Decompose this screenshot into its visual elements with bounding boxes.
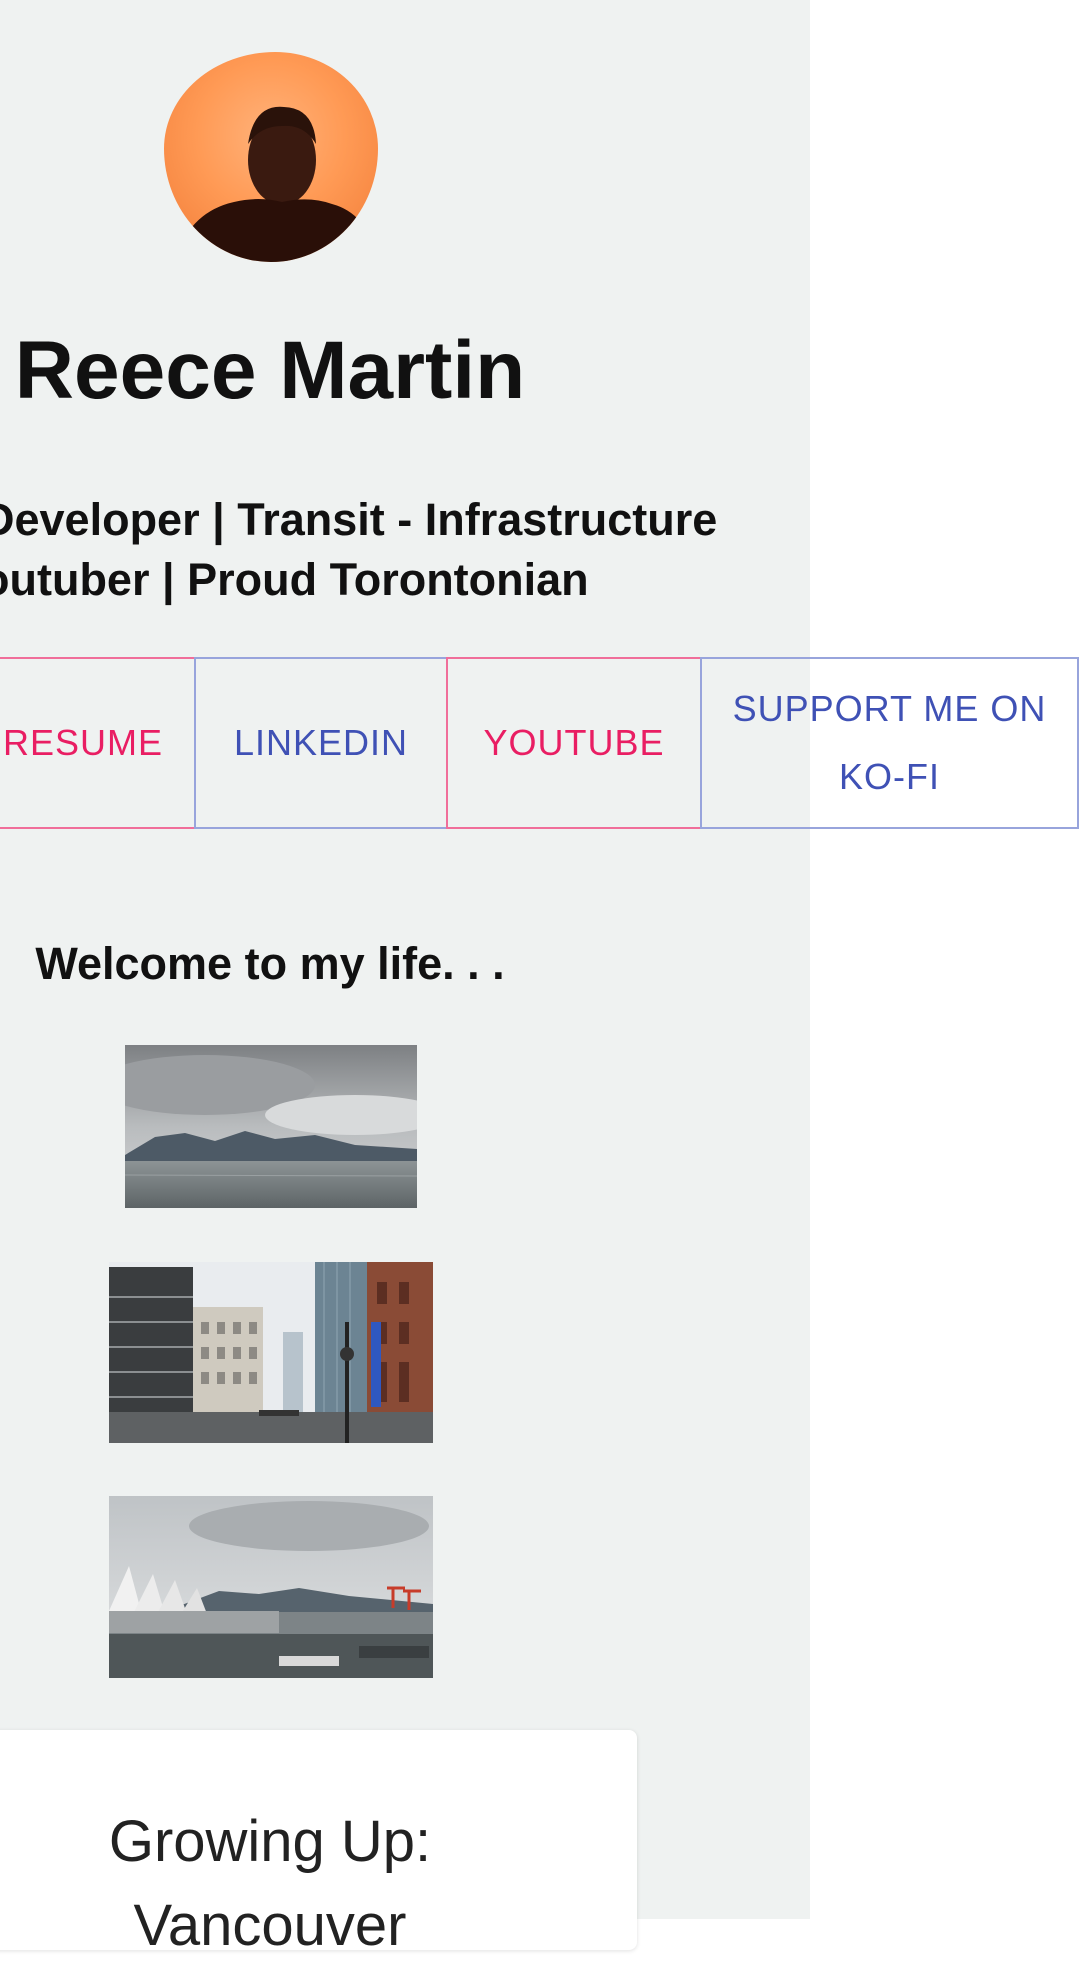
story-card[interactable]: Growing Up: Vancouver <box>0 1730 637 1958</box>
waterfront-sails-photo <box>109 1496 433 1678</box>
youtube-button[interactable]: YOUTUBE <box>446 657 702 829</box>
kofi-button[interactable]: SUPPORT ME ON KO-FI <box>700 657 1079 829</box>
linkedin-button[interactable]: LINKEDIN <box>194 657 448 829</box>
tagline-line-1: Developer | Transit - Infrastructure <box>0 494 718 545</box>
profile-name: Reece Martin <box>14 325 526 416</box>
resume-button[interactable]: RESUME <box>0 657 196 829</box>
card-title: Growing Up: Vancouver <box>108 1809 432 1958</box>
avatar <box>164 52 378 262</box>
harbour-clouds-photo <box>125 1045 417 1208</box>
profile-tagline: Developer | Transit - Infrastructure out… <box>0 490 782 610</box>
city-street-photo <box>109 1262 433 1443</box>
tagline-line-2: outuber | Proud Torontonian <box>0 554 589 605</box>
gallery-heading: Welcome to my life. . . <box>35 938 505 989</box>
